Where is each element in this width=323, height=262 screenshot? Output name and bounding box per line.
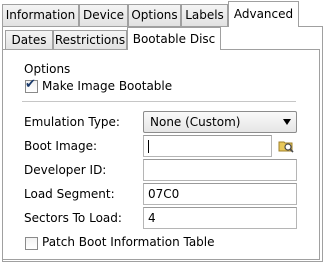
make-bootable-label: Make Image Bootable xyxy=(42,79,173,93)
tab-labels-label: Labels xyxy=(185,8,224,22)
tab-options[interactable]: Options xyxy=(128,4,181,26)
tab-options-label: Options xyxy=(131,8,178,22)
tab-information[interactable]: Information xyxy=(2,4,79,26)
tab-restrictions[interactable]: Restrictions xyxy=(53,30,127,50)
tab-labels[interactable]: Labels xyxy=(181,4,228,26)
options-heading: Options xyxy=(24,62,71,76)
sectors-to-load-value: 4 xyxy=(148,211,156,225)
make-bootable-checkbox[interactable]: ✔ xyxy=(25,77,38,93)
tab-dates[interactable]: Dates xyxy=(5,30,53,50)
tab-bootable-disc[interactable]: Bootable Disc xyxy=(127,27,221,50)
emulation-type-value: None (Custom) xyxy=(150,115,241,129)
patch-boot-table-label: Patch Boot Information Table xyxy=(42,235,215,249)
browse-boot-image-button[interactable] xyxy=(275,135,297,157)
tab-device-label: Device xyxy=(82,8,125,22)
load-segment-label: Load Segment: xyxy=(24,187,115,201)
boot-image-label: Boot Image: xyxy=(24,139,98,153)
sectors-to-load-input[interactable]: 4 xyxy=(143,207,297,229)
tab-bootable-disc-label: Bootable Disc xyxy=(132,32,216,46)
developer-id-input[interactable] xyxy=(143,159,297,181)
emulation-type-label: Emulation Type: xyxy=(24,115,120,129)
chevron-down-icon xyxy=(283,119,291,125)
load-segment-input[interactable]: 07C0 xyxy=(143,183,297,205)
sectors-to-load-label: Sectors To Load: xyxy=(24,211,122,225)
tab-restrictions-label: Restrictions xyxy=(54,33,126,47)
tab-advanced-label: Advanced xyxy=(233,7,294,21)
tab-advanced[interactable]: Advanced xyxy=(228,1,299,27)
browse-folder-icon xyxy=(278,141,294,153)
tab-dates-label: Dates xyxy=(11,33,47,47)
tab-device[interactable]: Device xyxy=(79,4,128,26)
emulation-type-select[interactable]: None (Custom) xyxy=(143,111,297,133)
section-divider xyxy=(22,101,296,102)
tab-information-label: Information xyxy=(5,8,76,22)
bootable-disc-panel: Information Device Options Labels Advanc… xyxy=(0,0,323,262)
boot-image-input[interactable] xyxy=(143,135,272,157)
developer-id-label: Developer ID: xyxy=(24,163,107,177)
checkmark-icon: ✔ xyxy=(25,77,36,92)
text-caret xyxy=(148,140,149,153)
patch-boot-table-checkbox[interactable] xyxy=(25,237,38,250)
load-segment-value: 07C0 xyxy=(148,187,180,201)
